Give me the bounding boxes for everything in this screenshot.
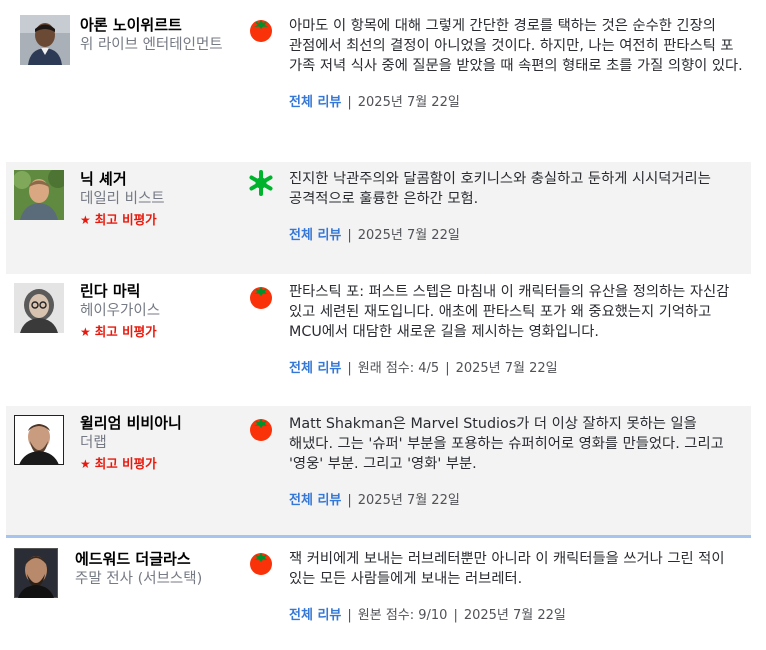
- review-quote: 진지한 낙관주의와 달콤함이 호키니스와 충실하고 둔하게 시시덕거리는 공격적…: [289, 171, 711, 207]
- critic-avatar[interactable]: [14, 548, 58, 598]
- review-date: 2025년 7월 22일: [357, 228, 460, 243]
- critic-avatar[interactable]: [14, 283, 64, 333]
- meta-separator: |: [347, 361, 352, 376]
- top-critic-badge: ★ 최고 비평가: [80, 212, 157, 227]
- full-review-link[interactable]: 전체 리뷰: [289, 95, 341, 110]
- publication-name[interactable]: 데일리 비스트: [80, 189, 165, 209]
- tomato-icon: [248, 283, 274, 309]
- review-card: 윌리엄 비비아니 더랩 ★ 최고 비평가 Matt Shakman은 Marvel…: [6, 406, 751, 535]
- meta-separator: |: [347, 228, 352, 243]
- review-date: 2025년 7월 22일: [455, 361, 558, 376]
- meta-separator: |: [347, 95, 352, 110]
- critic-avatar[interactable]: [20, 15, 70, 65]
- publication-name[interactable]: 헤이우가이스: [80, 301, 160, 321]
- star-icon: ★: [80, 457, 91, 471]
- critic-name[interactable]: 에드워드 더글라스: [75, 549, 202, 569]
- critic-name[interactable]: 윌리엄 비비아니: [80, 413, 182, 433]
- full-review-link[interactable]: 전체 리뷰: [289, 228, 341, 243]
- review-card: 아론 노이위르트 위 라이브 엔터테인먼트 아마도 이 항목에 대해 그렇게 간…: [6, 0, 751, 150]
- review-quote: Matt Shakman은 Marvel Studios가 더 이상 잘하지 못…: [289, 416, 724, 472]
- review-date: 2025년 7월 22일: [357, 493, 460, 508]
- original-score: 원본 점수: 9/10: [357, 608, 448, 623]
- review-card: 에드워드 더글라스 주말 전사 (서브스택) 잭 커비에게 보내는 러브레터뿐만…: [6, 535, 751, 650]
- top-critic-badge: ★ 최고 비평가: [80, 324, 157, 339]
- tomato-icon: [248, 415, 274, 441]
- full-review-link[interactable]: 전체 리뷰: [289, 361, 341, 376]
- top-critic-badge: ★ 최고 비평가: [80, 456, 157, 471]
- review-meta: 전체 리뷰 | 2025년 7월 22일: [289, 492, 745, 510]
- review-quote: 잭 커비에게 보내는 러브레터뿐만 아니라 이 캐릭터들을 쓰거나 그린 적이 …: [289, 551, 725, 587]
- review-date: 2025년 7월 22일: [357, 95, 460, 110]
- review-card: 닉 셰거 데일리 비스트 ★ 최고 비평가 진지한 낙관주의와 달콤함이 호키니스…: [6, 162, 751, 274]
- publication-name[interactable]: 주말 전사 (서브스택): [75, 569, 202, 589]
- review-meta: 전체 리뷰 | 2025년 7월 22일: [289, 94, 745, 112]
- original-score: 원래 점수: 4/5: [357, 361, 440, 376]
- review-date: 2025년 7월 22일: [463, 608, 566, 623]
- review-quote: 판타스틱 포: 퍼스트 스텝은 마침내 이 캐릭터들의 유산을 정의하는 자신감…: [289, 284, 730, 340]
- full-review-link[interactable]: 전체 리뷰: [289, 493, 341, 508]
- publication-name[interactable]: 더랩: [80, 433, 182, 453]
- review-card: 린다 마릭 헤이우가이스 ★ 최고 비평가 판타스틱 포: 퍼스트 스텝은 마침내…: [6, 274, 751, 404]
- review-meta: 전체 리뷰 | 원래 점수: 4/5 | 2025년 7월 22일: [289, 360, 745, 378]
- review-meta: 전체 리뷰 | 원본 점수: 9/10 | 2025년 7월 22일: [289, 607, 745, 625]
- critic-avatar[interactable]: [14, 170, 64, 220]
- star-icon: ★: [80, 325, 91, 339]
- critic-name[interactable]: 아론 노이위르트: [80, 15, 223, 35]
- review-meta: 전체 리뷰 | 2025년 7월 22일: [289, 227, 745, 245]
- critic-avatar[interactable]: [14, 415, 64, 465]
- critic-name[interactable]: 닉 셰거: [80, 169, 165, 189]
- critic-name[interactable]: 린다 마릭: [80, 281, 160, 301]
- meta-separator: |: [445, 361, 450, 376]
- splat-icon: [248, 170, 274, 196]
- publication-name[interactable]: 위 라이브 엔터테인먼트: [80, 35, 223, 55]
- star-icon: ★: [80, 213, 91, 227]
- meta-separator: |: [347, 493, 352, 508]
- review-quote: 아마도 이 항목에 대해 그렇게 간단한 경로를 택하는 것은 순수한 긴장의 …: [289, 18, 743, 74]
- full-review-link[interactable]: 전체 리뷰: [289, 608, 341, 623]
- tomato-icon: [248, 549, 274, 575]
- meta-separator: |: [347, 608, 352, 623]
- tomato-icon: [248, 16, 274, 42]
- meta-separator: |: [453, 608, 458, 623]
